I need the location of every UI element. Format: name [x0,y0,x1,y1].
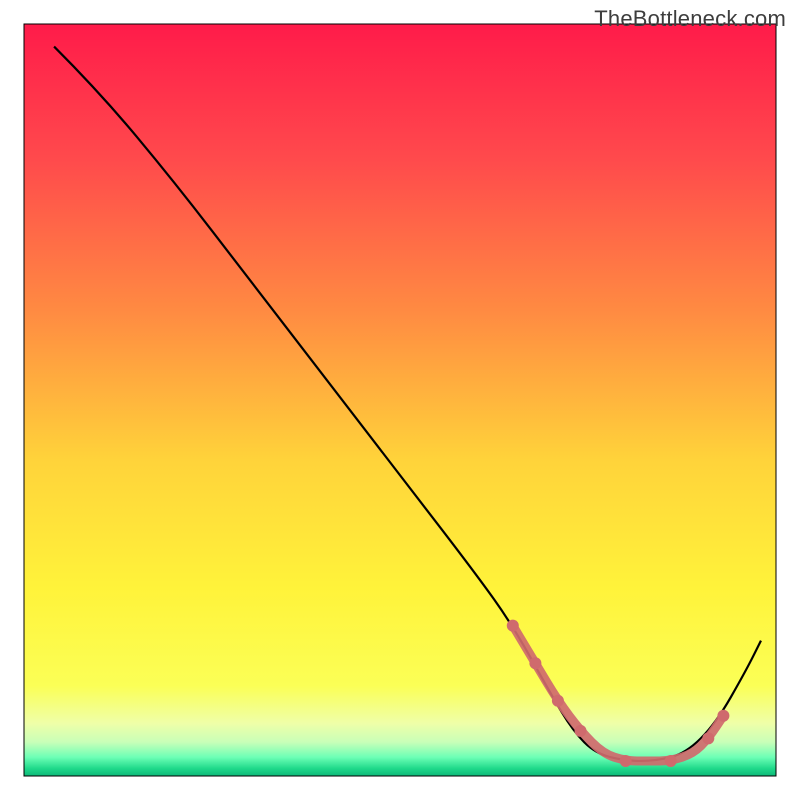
chart-container: TheBottleneck.com [0,0,800,800]
attribution-watermark: TheBottleneck.com [594,6,786,32]
bottleneck-chart [0,0,800,800]
